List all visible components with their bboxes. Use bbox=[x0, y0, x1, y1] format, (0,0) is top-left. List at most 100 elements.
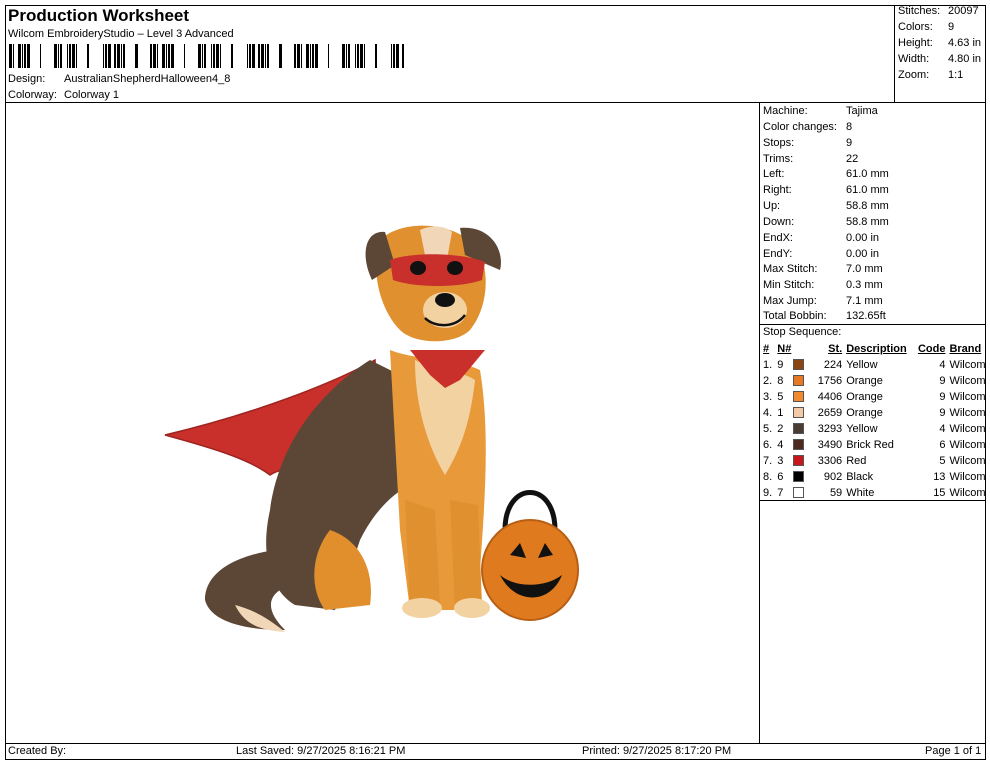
width-value: 4.80 in bbox=[948, 53, 982, 65]
table-row: 9. 7 59 White 15 Wilcom bbox=[761, 485, 990, 501]
barcode-bar bbox=[265, 44, 266, 68]
stitch-count: 224 bbox=[823, 359, 843, 371]
colors-label: Colors: bbox=[898, 21, 933, 33]
needle-number: 1 bbox=[777, 407, 784, 419]
stop-number: 9. bbox=[763, 487, 773, 499]
barcode-bar bbox=[375, 44, 377, 68]
dog-front-leg bbox=[450, 500, 482, 610]
barcode-bar bbox=[315, 44, 318, 68]
stop-number: 6. bbox=[763, 439, 773, 451]
barcode-bar bbox=[204, 44, 206, 68]
thread-description: Yellow bbox=[846, 423, 878, 435]
needle-number: 2 bbox=[777, 423, 784, 435]
stop-number: 7. bbox=[763, 455, 773, 467]
barcode-bar bbox=[267, 44, 269, 68]
thread-description: Brick Red bbox=[846, 439, 894, 451]
barcode-bar bbox=[60, 44, 62, 68]
barcode-bar bbox=[54, 44, 57, 68]
table-row: 5. 2 3293 Yellow 4 Wilcom bbox=[761, 421, 990, 437]
thread-description: Red bbox=[846, 455, 867, 467]
barcode-bar bbox=[348, 44, 350, 68]
thread-description: Yellow bbox=[846, 359, 878, 371]
design-label: Design: bbox=[8, 73, 46, 85]
colorway-value: Colorway 1 bbox=[64, 89, 120, 101]
barcode-bar bbox=[103, 44, 104, 68]
stop-number: 8. bbox=[763, 471, 773, 483]
thread-brand: Wilcom bbox=[949, 359, 986, 371]
barcode-bar bbox=[231, 44, 233, 68]
color-swatch bbox=[792, 454, 804, 466]
color-swatch bbox=[792, 406, 804, 418]
barcode-bar bbox=[396, 44, 399, 68]
barcode-bar bbox=[213, 44, 215, 68]
barcode-bar bbox=[76, 44, 77, 68]
stop-sequence-table: # N# St. Description Code Brand 1. 9 224 Ye… bbox=[761, 341, 990, 501]
barcode-bar bbox=[261, 44, 264, 68]
color-swatch-cell bbox=[792, 373, 809, 389]
barcode-bar bbox=[216, 44, 219, 68]
table-row: 1. 9 224 Yellow 4 Wilcom bbox=[761, 357, 990, 373]
barcode-bar bbox=[391, 44, 392, 68]
colors-value: 9 bbox=[948, 21, 955, 33]
barcode-bar bbox=[342, 44, 345, 68]
needle-number: 9 bbox=[777, 359, 784, 371]
stop-sequence-title: Stop Sequence: bbox=[763, 326, 842, 338]
thread-code: 9 bbox=[939, 407, 946, 419]
barcode-bar bbox=[121, 44, 122, 68]
page-number: Page 1 of 1 bbox=[925, 745, 982, 757]
stitch-count: 902 bbox=[823, 471, 843, 483]
needle-number: 5 bbox=[777, 391, 784, 403]
stitch-count: 4406 bbox=[817, 391, 843, 403]
stitches-label: Stitches: bbox=[898, 5, 941, 17]
color-swatch bbox=[792, 374, 804, 386]
column-header: St. bbox=[828, 343, 843, 355]
needle-number: 3 bbox=[777, 455, 784, 467]
barcode-bar bbox=[114, 44, 116, 68]
barcode-bar bbox=[198, 44, 201, 68]
thread-code: 13 bbox=[933, 471, 946, 483]
barcode bbox=[9, 44, 404, 68]
column-header bbox=[793, 341, 809, 357]
needle-number: 6 bbox=[777, 471, 784, 483]
color-swatch-cell bbox=[792, 469, 809, 485]
thread-description: White bbox=[846, 487, 875, 499]
color-swatch bbox=[792, 486, 804, 498]
stitch-count: 1756 bbox=[817, 375, 843, 387]
design-value: AustralianShepherdHalloween4_8 bbox=[64, 73, 231, 85]
stop-number: 3. bbox=[763, 391, 773, 403]
barcode-bar bbox=[258, 44, 260, 68]
barcode-bar bbox=[18, 44, 21, 68]
embroidery-design-preview bbox=[164, 225, 579, 632]
barcode-bar bbox=[108, 44, 111, 68]
barcode-bar bbox=[150, 44, 152, 68]
barcode-bar bbox=[24, 44, 26, 68]
thread-description: Orange bbox=[846, 391, 883, 403]
zoom-value: 1:1 bbox=[948, 69, 964, 81]
column-header: N# bbox=[777, 343, 792, 355]
thread-code: 9 bbox=[939, 391, 946, 403]
stop-number: 2. bbox=[763, 375, 773, 387]
footer-bar bbox=[5, 743, 986, 760]
barcode-bar bbox=[247, 44, 248, 68]
barcode-bar bbox=[168, 44, 170, 68]
color-swatch-cell bbox=[792, 405, 809, 421]
thread-brand: Wilcom bbox=[949, 455, 986, 467]
height-label: Height: bbox=[898, 37, 933, 49]
color-swatch bbox=[792, 422, 804, 434]
barcode-bar bbox=[328, 44, 329, 68]
height-value: 4.63 in bbox=[948, 37, 982, 49]
table-row: 8. 6 902 Black 13 Wilcom bbox=[761, 469, 990, 485]
thread-brand: Wilcom bbox=[949, 439, 986, 451]
thread-code: 15 bbox=[933, 487, 946, 499]
colorway-label: Colorway: bbox=[8, 89, 57, 101]
barcode-bar bbox=[357, 44, 359, 68]
hero-mask bbox=[390, 254, 485, 286]
divider bbox=[760, 324, 985, 325]
pumpkin-bucket bbox=[481, 519, 579, 621]
barcode-bar bbox=[393, 44, 395, 68]
zoom-label: Zoom: bbox=[898, 69, 930, 81]
color-swatch bbox=[792, 390, 804, 402]
divider bbox=[760, 500, 985, 501]
table-row: 2. 8 1756 Orange 9 Wilcom bbox=[761, 373, 990, 389]
table-header-row: # N# St. Description Code Brand bbox=[761, 341, 990, 357]
